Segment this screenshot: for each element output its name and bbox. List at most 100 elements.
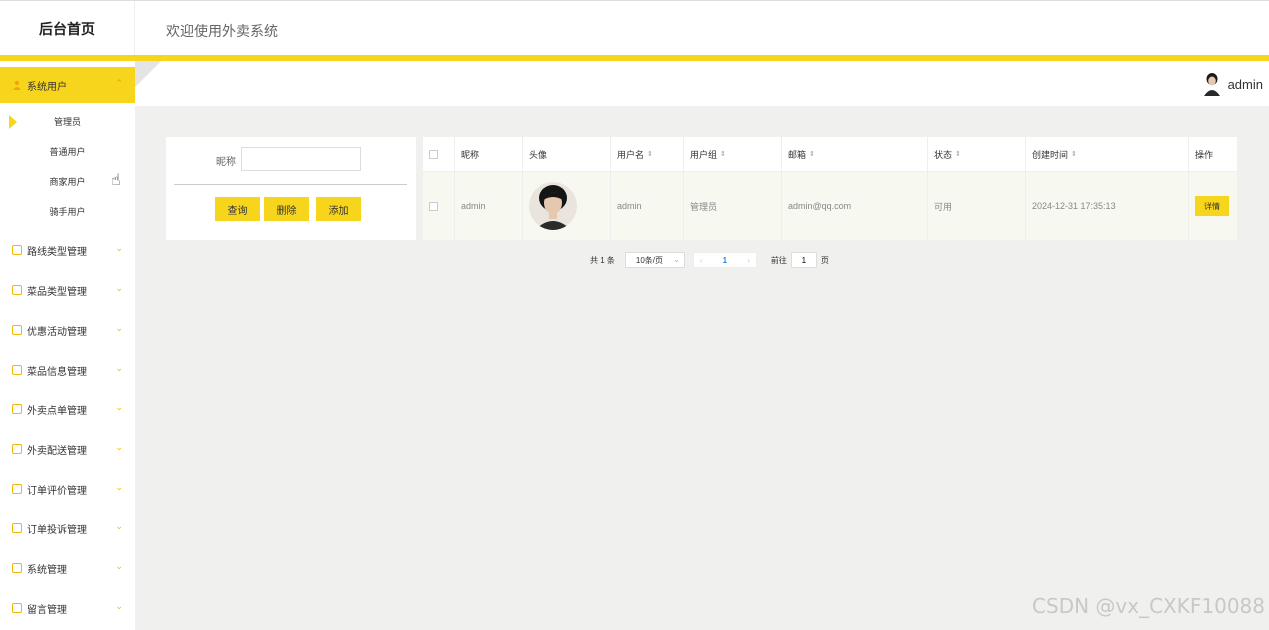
search-panel: 昵称 查询 删除 添加 [166, 137, 416, 240]
cell-email: admin@qq.com [782, 172, 928, 240]
chevron-down-icon: ⌄ [115, 601, 123, 611]
sidebar-item-messages[interactable]: 留言管理 ⌄ [0, 590, 135, 626]
column-header-group[interactable]: 用户组 ⇕ [684, 137, 782, 171]
sort-icon[interactable]: ⇕ [720, 150, 726, 158]
folder-icon [12, 285, 22, 295]
folder-icon [12, 245, 22, 255]
sidebar-item-label: 路线类型管理 [27, 246, 87, 258]
goto-page-input[interactable] [790, 252, 817, 268]
top-header: 后台首页 欢迎使用外卖系统 [0, 0, 1269, 56]
content-header-bar [135, 61, 1269, 106]
sidebar-item-label: 菜品信息管理 [27, 366, 87, 378]
sidebar-subitem-normal-user[interactable]: 普通用户 [0, 136, 135, 166]
column-header-avatar: 头像 [523, 137, 611, 171]
chevron-down-icon: ⌄ [115, 442, 123, 452]
sort-icon[interactable]: ⇕ [647, 150, 653, 158]
folder-icon [12, 523, 22, 533]
user-menu[interactable]: admin [1202, 72, 1263, 96]
sidebar-subitem-admin[interactable]: 管理员 [0, 106, 135, 136]
cell-created: 2024-12-31 17:35:13 [1026, 172, 1189, 240]
chevron-down-icon: ⌄ [115, 283, 123, 293]
pagination: 共 1 条 10条/页 ⌄ ‹ 1 › 前往 页 [590, 251, 829, 269]
welcome-title: 欢迎使用外卖系统 [166, 23, 278, 39]
sidebar-item-reviews[interactable]: 订单评价管理 ⌄ [0, 471, 135, 507]
cell-username: admin [611, 172, 684, 240]
chevron-down-icon: ⌄ [115, 243, 123, 253]
folder-icon [12, 404, 22, 414]
chevron-down-icon: ⌄ [115, 363, 123, 373]
column-header-email[interactable]: 邮箱 ⇕ [782, 137, 928, 171]
sidebar-item-route-type[interactable]: 路线类型管理 ⌄ [0, 232, 135, 268]
sidebar-item-label: 系统管理 [27, 564, 67, 576]
select-all-checkbox[interactable] [429, 149, 438, 159]
query-button[interactable]: 查询 [215, 197, 260, 221]
sidebar-item-orders[interactable]: 外卖点单管理 ⌄ [0, 391, 135, 427]
sidebar-item-dish-type[interactable]: 菜品类型管理 ⌄ [0, 272, 135, 308]
nickname-search-input[interactable] [241, 147, 361, 171]
sidebar-item-label: 外卖点单管理 [27, 405, 87, 417]
page-size-select[interactable]: 10条/页 ⌄ [624, 252, 685, 268]
column-header-nickname[interactable]: 昵称 [455, 137, 523, 171]
detail-button[interactable]: 详情 [1195, 196, 1229, 216]
column-header-username[interactable]: 用户名 ⇕ [611, 137, 684, 171]
next-page-button[interactable]: › [747, 256, 750, 265]
sidebar-item-promotions[interactable]: 优惠活动管理 ⌄ [0, 312, 135, 348]
chevron-down-icon: ⌄ [115, 521, 123, 531]
cell-actions: 详情 [1189, 172, 1237, 240]
goto-prefix-label: 前往 [770, 255, 787, 265]
sidebar-item-system-management[interactable]: 系统管理 ⌄ [0, 550, 135, 586]
page-fold-corner [135, 61, 161, 87]
sidebar-item-label: 订单投诉管理 [27, 524, 87, 536]
total-count: 共 1 条 [590, 255, 615, 265]
folder-icon [12, 484, 22, 494]
sidebar-item-label: 订单评价管理 [27, 485, 87, 497]
page-number-current[interactable]: 1 [723, 256, 727, 265]
watermark-text: CSDN @vx_CXKF10088 [1032, 594, 1265, 618]
sort-icon[interactable]: ⇕ [955, 150, 961, 158]
cell-avatar [523, 172, 611, 240]
sidebar-item-label: 优惠活动管理 [27, 326, 87, 338]
column-header-status[interactable]: 状态 ⇕ [928, 137, 1026, 171]
sort-icon[interactable]: ⇕ [809, 150, 815, 158]
add-button[interactable]: 添加 [316, 197, 361, 221]
folder-icon [12, 444, 22, 454]
search-divider [174, 184, 407, 185]
sidebar-item-label: 菜品类型管理 [27, 286, 87, 298]
avatar [1203, 73, 1220, 96]
prev-page-button[interactable]: ‹ [700, 256, 703, 265]
user-icon [13, 80, 21, 90]
goto-suffix-label: 页 [820, 255, 829, 265]
sidebar-item-label: 系统用户 [27, 81, 67, 93]
row-checkbox[interactable] [429, 201, 438, 211]
page-size-value: 10条/页 [635, 255, 664, 265]
sidebar-item-complaints[interactable]: 订单投诉管理 ⌄ [0, 510, 135, 546]
row-checkbox-cell [423, 172, 455, 240]
sidebar-item-label: 外卖配送管理 [27, 445, 87, 457]
cell-group: 管理员 [684, 172, 782, 240]
chevron-down-icon: ⌄ [115, 482, 123, 492]
chevron-down-icon: ⌄ [673, 255, 680, 264]
cell-nickname: admin [455, 172, 523, 240]
cell-status: 可用 [928, 172, 1026, 240]
settings-box-icon [12, 563, 22, 573]
page-navigator: ‹ 1 › [692, 252, 757, 268]
chevron-down-icon: ⌄ [115, 323, 123, 333]
avatar [529, 182, 577, 230]
chevron-down-icon: ⌄ [115, 402, 123, 412]
folder-icon [12, 365, 22, 375]
sidebar-subitem-rider-user[interactable]: 骑手用户 [0, 196, 135, 226]
home-logo-link[interactable]: 后台首页 [0, 1, 135, 56]
sidebar-item-dish-info[interactable]: 菜品信息管理 ⌄ [0, 352, 135, 388]
username-label: admin [1227, 76, 1263, 92]
column-header-created[interactable]: 创建时间 ⇕ [1026, 137, 1189, 171]
sort-icon[interactable]: ⇕ [1071, 150, 1077, 158]
nickname-label: 昵称 [216, 157, 236, 168]
hand-cursor-icon: ☝ [111, 172, 121, 189]
chevron-up-icon: ⌃ [115, 78, 123, 88]
table-row: admin admin 管理员 admin@qq.com 可用 2024-12-… [423, 172, 1237, 240]
users-table: 昵称 头像 用户名 ⇕ 用户组 ⇕ 邮箱 ⇕ 状态 ⇕ 创建时间 ⇕ 操作 admin a… [423, 137, 1237, 240]
delete-button[interactable]: 删除 [264, 197, 309, 221]
sidebar-item-delivery[interactable]: 外卖配送管理 ⌄ [0, 431, 135, 467]
folder-icon [12, 325, 22, 335]
sidebar-item-system-users[interactable]: 系统用户 ⌃ [0, 67, 135, 103]
